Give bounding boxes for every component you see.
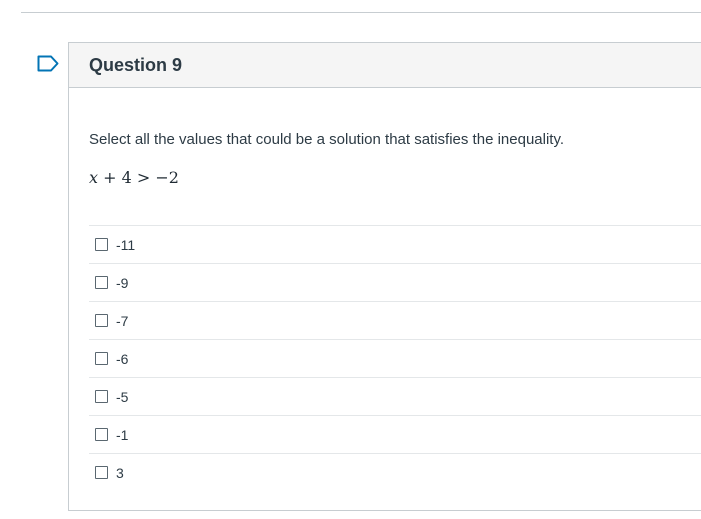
answer-option[interactable]: 3 (89, 453, 701, 491)
answer-checkbox[interactable] (95, 352, 108, 365)
answer-checkbox[interactable] (95, 390, 108, 403)
top-divider (21, 12, 701, 13)
answer-option[interactable]: -7 (89, 301, 701, 339)
equation-variable: x (89, 168, 99, 187)
inequality-equation: x + 4 > −2 (89, 168, 179, 187)
answer-option[interactable]: -6 (89, 339, 701, 377)
answer-option[interactable]: -1 (89, 415, 701, 453)
question-title: Question 9 (89, 54, 183, 75)
answer-option[interactable]: -11 (89, 225, 701, 263)
answer-checkbox[interactable] (95, 276, 108, 289)
answer-label[interactable]: -6 (116, 351, 128, 367)
answer-label[interactable]: -1 (116, 427, 128, 443)
answer-checkbox[interactable] (95, 466, 108, 479)
answer-checkbox[interactable] (95, 428, 108, 441)
question-text: Select all the values that could be a so… (89, 131, 565, 148)
question-header: Question 9 (69, 43, 701, 88)
answer-label[interactable]: -7 (116, 313, 128, 329)
answer-checkbox[interactable] (95, 314, 108, 327)
answer-label[interactable]: 3 (116, 465, 124, 481)
answer-list: -11 -9 -7 -6 -5 -1 3 (89, 225, 701, 491)
answer-label[interactable]: -9 (116, 275, 128, 291)
answer-label[interactable]: -5 (116, 389, 128, 405)
question-card: Question 9 Select all the values that co… (68, 42, 701, 511)
answer-option[interactable]: -9 (89, 263, 701, 301)
flag-question-icon[interactable] (37, 55, 59, 72)
answer-label[interactable]: -11 (116, 237, 135, 253)
equation-rest: + 4 > −2 (98, 168, 179, 187)
answer-checkbox[interactable] (95, 238, 108, 251)
answer-option[interactable]: -5 (89, 377, 701, 415)
